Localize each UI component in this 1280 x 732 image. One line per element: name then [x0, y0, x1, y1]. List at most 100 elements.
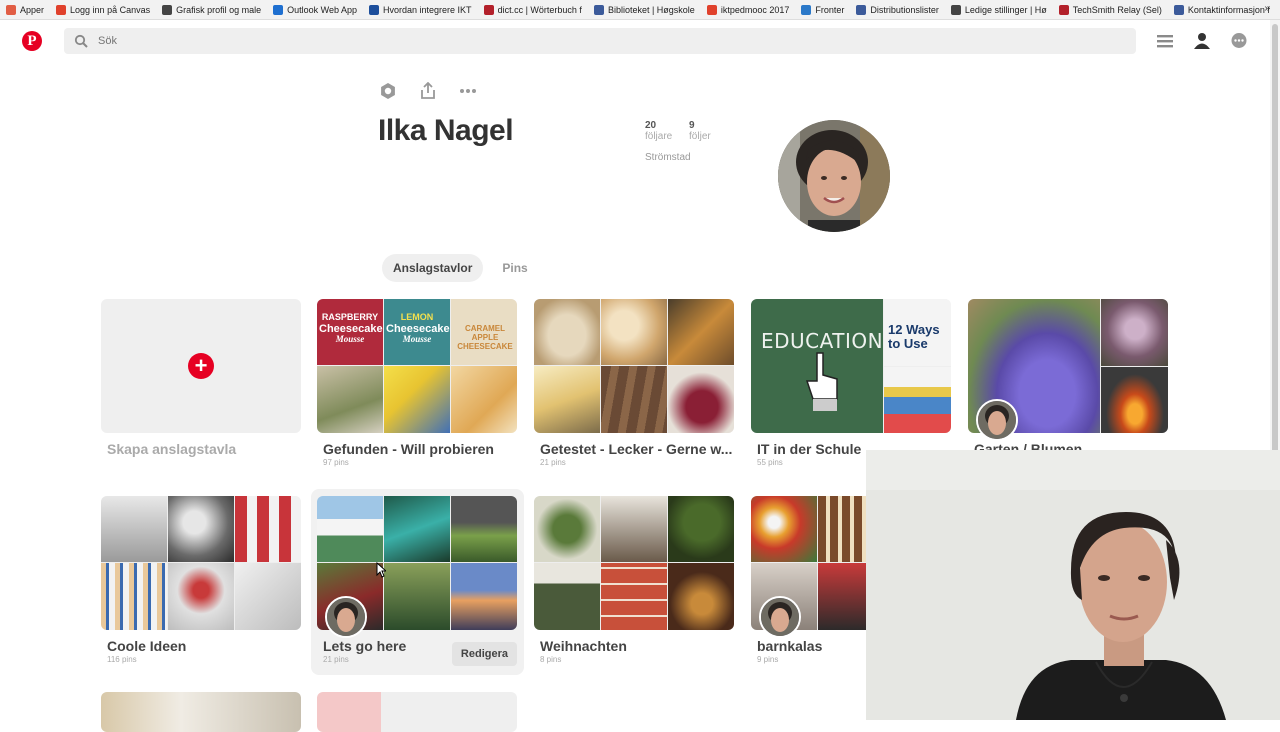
cover-image: EDUCATION [751, 299, 883, 433]
cover-image [101, 563, 167, 630]
cover-image [668, 366, 734, 433]
bookmark-label: Outlook Web App [287, 4, 358, 15]
search-bar[interactable] [64, 28, 1136, 54]
pinterest-logo[interactable]: P [22, 31, 42, 51]
board-pin-count: 8 pins [540, 655, 562, 664]
board-getestet[interactable]: Getestet - Lecker - Gerne w... 21 pins [534, 299, 734, 467]
cover-collage: RASPBERRY Cheesecake Mousse LEMON Cheesecak… [317, 299, 517, 433]
bookmarks-overflow-button[interactable]: » [1264, 3, 1270, 14]
board-cover[interactable] [101, 496, 301, 630]
following-link[interactable]: 9 följer [689, 120, 711, 142]
create-board-cover[interactable]: + [101, 299, 301, 433]
board-title[interactable]: Weihnachten [534, 638, 734, 654]
cover-text: Mousse [402, 333, 432, 344]
bookmark-item[interactable]: Grafisk profil og male [156, 0, 267, 19]
board-cover[interactable]: Redigera [317, 496, 517, 666]
cover-text: CARAMEL APPLE CHEESECAKE [457, 324, 513, 351]
board-partial[interactable] [101, 692, 301, 732]
avatar-photo [327, 598, 365, 636]
gear-icon [381, 83, 395, 99]
avatar-photo [978, 401, 1016, 439]
messages-icon[interactable] [1230, 32, 1248, 50]
cover-image [168, 563, 234, 630]
board-partial[interactable] [317, 692, 517, 732]
more-options-button[interactable] [458, 82, 478, 100]
board-title[interactable]: Coole Ideen [101, 638, 301, 654]
scrollbar-thumb[interactable] [1272, 24, 1278, 454]
cover-image [668, 563, 734, 630]
bookmark-item[interactable]: Kontaktinformasjon f [1168, 0, 1276, 19]
board-cover[interactable] [534, 299, 734, 433]
cover-image [384, 496, 450, 562]
board-cover[interactable] [101, 692, 301, 732]
followers-link[interactable]: 20 följare [645, 120, 672, 142]
cover-image: RASPBERRY Cheesecake Mousse [317, 299, 383, 365]
board-lets-go-here[interactable]: Redigera Lets go here 21 pins [317, 496, 517, 666]
board-cover[interactable] [317, 692, 517, 732]
cover-image [534, 366, 600, 433]
bookmark-item[interactable]: iktpedmooc 2017 [701, 0, 796, 19]
profile-icon[interactable] [1193, 32, 1211, 50]
cover-image: 12 Ways to Use [884, 299, 951, 366]
profile-avatar[interactable] [778, 120, 890, 232]
edit-board-button[interactable]: Redigera [451, 642, 517, 666]
bookmark-item[interactable]: Ledige stillinger | Hø [945, 0, 1053, 19]
bookmark-item[interactable]: Hvordan integrere IKT [363, 0, 478, 19]
following-count: 9 [689, 120, 695, 131]
add-board-icon[interactable]: + [188, 353, 214, 379]
settings-button[interactable] [378, 82, 398, 100]
board-weihnachten[interactable]: Weihnachten 8 pins [534, 496, 734, 664]
collaborator-avatar[interactable] [976, 399, 1018, 441]
cover-image [168, 496, 234, 562]
bookmark-item[interactable]: Biblioteket | Høgskole [588, 0, 701, 19]
menu-icon[interactable] [1156, 32, 1174, 50]
board-title[interactable]: Gefunden - Will probieren [317, 441, 517, 457]
collaborator-avatar[interactable] [759, 596, 801, 638]
board-cover[interactable]: RASPBERRY Cheesecake Mousse LEMON Cheesecak… [317, 299, 517, 433]
share-button[interactable] [418, 82, 438, 100]
bookmark-item[interactable]: Outlook Web App [267, 0, 363, 19]
board-title[interactable]: Getestet - Lecker - Gerne w... [534, 441, 734, 457]
avatar-photo [778, 120, 890, 232]
cover-image [317, 366, 383, 433]
bookmark-favicon-icon [6, 4, 16, 15]
cover-collage: EDUCATION 12 Ways to Use [751, 299, 951, 433]
cover-image [601, 366, 667, 433]
board-cover[interactable]: EDUCATION 12 Ways to Use [751, 299, 951, 433]
bookmark-item[interactable]: Distributionslister [850, 0, 945, 19]
bookmark-item[interactable]: Logg inn på Canvas [50, 0, 156, 19]
cover-image [884, 367, 951, 433]
mouse-cursor-icon [376, 562, 386, 578]
bookmark-favicon-icon [593, 4, 604, 15]
bookmark-label: Ledige stillinger | Hø [964, 4, 1047, 15]
bookmark-label: Apper [20, 4, 45, 15]
create-board-card[interactable]: + Skapa anslagstavla [101, 299, 301, 457]
cover-image: CARAMEL APPLE CHEESECAKE [451, 299, 517, 365]
board-cover[interactable] [968, 299, 1168, 441]
cover-image [751, 496, 817, 562]
bookmark-favicon-icon [801, 4, 812, 15]
bookmark-item[interactable]: Evas Canvas [1276, 0, 1280, 19]
bookmark-item[interactable]: Apper [0, 0, 50, 19]
board-cover[interactable] [534, 496, 734, 630]
profile-name: Ilka Nagel [378, 114, 514, 147]
tab-boards[interactable]: Anslagstavlor [382, 254, 484, 282]
cover-text: 12 Ways to Use [888, 322, 940, 351]
search-input[interactable] [98, 35, 998, 47]
bookmark-item[interactable]: TechSmith Relay (Sel) [1053, 0, 1168, 19]
bookmark-item[interactable]: Fronter [795, 0, 850, 19]
board-it-in-der-schule[interactable]: EDUCATION 12 Ways to Use IT in der Schul… [751, 299, 951, 467]
board-coole-ideen[interactable]: Coole Ideen 116 pins [101, 496, 301, 664]
cover-text: LEMON [400, 312, 434, 322]
bookmark-item[interactable]: dict.cc | Wörterbuch f [478, 0, 588, 19]
tab-pins[interactable]: Pins [491, 254, 538, 282]
profile-tabs: Anslagstavlor Pins [382, 254, 539, 282]
cover-image [235, 496, 301, 562]
cover-image [601, 563, 667, 630]
bookmark-label: Kontaktinformasjon f [1187, 4, 1270, 15]
board-garten-blumen[interactable]: Garten / Blumen [968, 299, 1168, 451]
create-board-label[interactable]: Skapa anslagstavla [101, 441, 301, 457]
board-gefunden[interactable]: RASPBERRY Cheesecake Mousse LEMON Cheesecak… [317, 299, 517, 467]
collaborator-avatar[interactable] [325, 596, 367, 638]
followers-count: 20 [645, 120, 657, 131]
